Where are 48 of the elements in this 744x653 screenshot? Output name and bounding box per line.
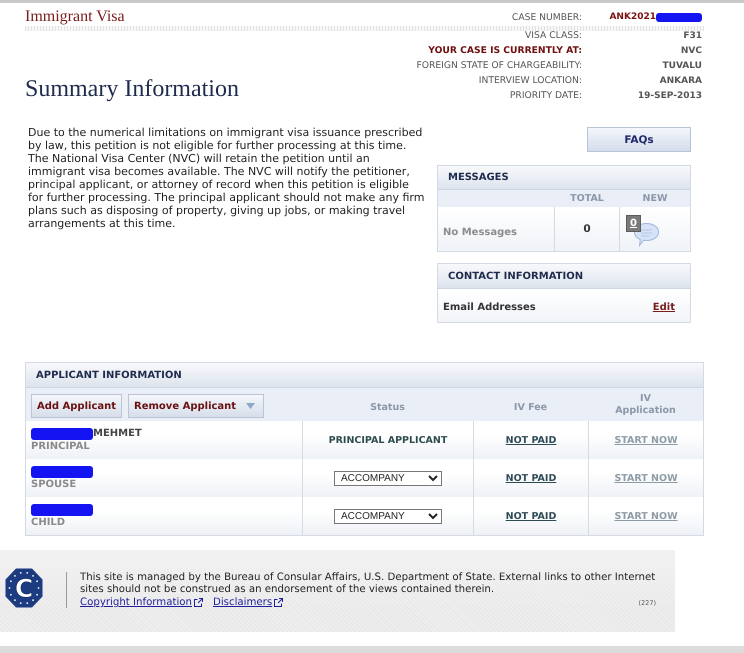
field-value: NVC: [680, 46, 702, 56]
external-link-icon: [274, 598, 284, 607]
panel-header: APPLICANT INFORMATION: [26, 363, 703, 388]
iv-fee-link[interactable]: NOT PAID: [506, 510, 556, 522]
iv-fee-link[interactable]: NOT PAID: [506, 472, 556, 484]
footer-text: This site is managed by the Bureau of Consular Affairs, U.S. Department of State. External links to other Internet sites should not be construed as an endorsement of the views contained therein.: [80, 572, 656, 596]
column-header: IV Application: [614, 392, 676, 416]
field-value: ANKARA: [660, 76, 702, 86]
total-count: 0: [554, 207, 620, 251]
applicant-role: SPOUSE: [31, 478, 76, 491]
applicant-role: PRINCIPAL: [31, 440, 90, 453]
field-label: VISA CLASS:: [525, 30, 582, 41]
field-label: FOREIGN STATE OF CHARGEABILITY:: [416, 60, 582, 71]
copyright-link[interactable]: Copyright Information: [80, 597, 203, 608]
site-title: Immigrant Visa: [25, 8, 125, 26]
external-link-icon: [194, 598, 203, 607]
no-messages-text: No Messages: [443, 226, 517, 238]
column-header: Status: [370, 402, 405, 414]
iv-fee-link[interactable]: NOT PAID: [506, 434, 556, 446]
page-title: Summary Information: [25, 76, 239, 103]
field-value: 19-SEP-2013: [638, 90, 702, 100]
field-label: YOUR CASE IS CURRENTLY AT:: [428, 45, 582, 56]
applicant-status: PRINCIPAL APPLICANT: [328, 434, 448, 446]
remove-applicant-button[interactable]: Remove Applicant: [128, 394, 264, 418]
panel-header: MESSAGES: [438, 166, 690, 190]
status-select[interactable]: ACCOMPANY: [334, 470, 442, 486]
column-header: TOTAL: [569, 193, 605, 204]
column-header: NEW: [642, 193, 668, 204]
add-applicant-button[interactable]: Add Applicant: [31, 394, 122, 418]
applicant-role: CHILD: [31, 516, 66, 529]
caret-icon: [246, 403, 256, 409]
seal-logo: C: [5, 568, 43, 608]
field-value: F31: [683, 30, 702, 40]
panel-header: CONTACT INFORMATION: [438, 264, 690, 289]
status-select[interactable]: ACCOMPANY: [334, 508, 442, 524]
column-header: IV Fee: [514, 402, 548, 414]
faq-button[interactable]: FAQs: [587, 127, 691, 152]
field-label: PRIORITY DATE:: [510, 90, 582, 101]
new-messages-link[interactable]: 0: [626, 215, 641, 232]
field-label: CASE NUMBER:: [512, 12, 582, 22]
email-addresses-label: Email Addresses: [443, 302, 536, 313]
field-value: ANK2021: [609, 12, 656, 22]
field-value: TUVALU: [662, 60, 702, 70]
notice-text: Due to the numerical limitations on immigrant visa issuance prescribed by law, this petition is not eligible for further processing at this time. The National Visa Center (NVC) will retain the petition until an immigrant visa becomes available. The NVC will notify the petitioner, principal applicant, or attorney of record when this petition is eligible for further processing. The principal applicant should not make any firm plans such as disposing of property, giving up jobs, or making travel arrangements at this time.: [28, 126, 426, 230]
edit-link[interactable]: Edit: [652, 302, 675, 313]
field-label: INTERVIEW LOCATION:: [478, 75, 582, 86]
applicant-name: MEHMET: [93, 428, 142, 439]
disclaimers-link[interactable]: Disclaimers: [213, 597, 284, 608]
